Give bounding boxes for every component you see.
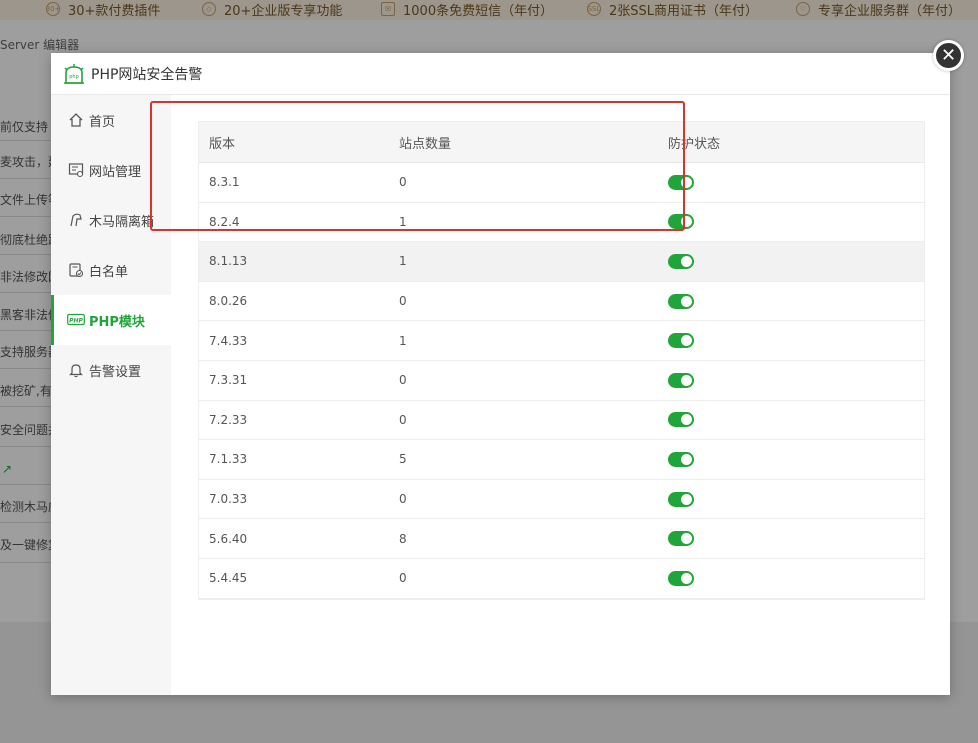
version-cell: 8.1.13 xyxy=(209,254,248,269)
column-header-site-count: 站点数量 xyxy=(399,136,452,152)
site-count-cell: 0 xyxy=(399,373,407,388)
bell-icon xyxy=(67,361,85,379)
site-count-cell: 1 xyxy=(399,254,407,269)
sidebar-item-trojan-quarantine[interactable]: 木马隔离箱 xyxy=(51,195,171,245)
sidebar-item-alert-settings[interactable]: 告警设置 xyxy=(51,345,171,395)
sidebar-item-php-module[interactable]: PHP PHP模块 xyxy=(51,295,171,345)
sidebar-item-label: 白名单 xyxy=(89,264,129,280)
site-count-cell: 1 xyxy=(399,333,407,348)
modal-title: PHP网站安全告警 xyxy=(91,66,203,83)
sidebar-item-label: 告警设置 xyxy=(89,364,142,380)
whitelist-icon xyxy=(67,261,85,279)
site-count-cell: 8 xyxy=(399,531,407,546)
table-row: 5.6.40 8 xyxy=(199,519,924,559)
php-security-logo-icon: php xyxy=(64,63,84,84)
protection-toggle[interactable] xyxy=(668,174,694,190)
version-cell: 8.3.1 xyxy=(209,175,240,190)
version-cell: 8.2.4 xyxy=(209,214,240,229)
protection-toggle[interactable] xyxy=(668,333,694,349)
column-header-version: 版本 xyxy=(209,136,236,152)
protection-toggle[interactable] xyxy=(668,293,694,309)
version-cell: 8.0.26 xyxy=(209,294,248,309)
trojan-quarantine-icon xyxy=(67,211,85,229)
version-cell: 7.1.33 xyxy=(209,452,248,467)
table-row: 8.0.26 0 xyxy=(199,281,924,322)
version-cell: 7.4.33 xyxy=(209,333,248,348)
column-header-protection-status: 防护状态 xyxy=(668,136,721,152)
sidebar-item-site-management[interactable]: 网站管理 xyxy=(51,145,171,195)
table-row: 7.2.33 0 xyxy=(199,400,924,441)
site-count-cell: 0 xyxy=(399,571,407,586)
protection-toggle[interactable] xyxy=(668,491,694,507)
table-row: 7.3.31 0 xyxy=(199,360,924,401)
table-row: 8.3.1 0 xyxy=(199,163,924,203)
site-manage-icon xyxy=(67,161,85,179)
sidebar-item-label: 木马隔离箱 xyxy=(89,214,155,230)
protection-toggle[interactable] xyxy=(668,214,694,230)
sidebar-item-label: 网站管理 xyxy=(89,164,142,180)
version-cell: 7.0.33 xyxy=(209,492,248,507)
table-row: 5.4.45 0 xyxy=(199,558,924,599)
sidebar-item-label: 首页 xyxy=(89,114,116,130)
protection-toggle[interactable] xyxy=(668,531,694,547)
site-count-cell: 0 xyxy=(399,294,407,309)
svg-text:PHP: PHP xyxy=(69,318,83,325)
version-cell: 7.2.33 xyxy=(209,412,248,427)
protection-toggle[interactable] xyxy=(668,372,694,388)
php-module-panel: 版本 站点数量 防护状态 8.3.1 0 8.2.4 1 8.1.13 1 8.… xyxy=(171,95,950,695)
site-count-cell: 0 xyxy=(399,492,407,507)
table-row: 7.1.33 5 xyxy=(199,440,924,480)
sidebar-item-home[interactable]: 首页 xyxy=(51,95,171,145)
protection-toggle[interactable] xyxy=(668,451,694,467)
protection-toggle[interactable] xyxy=(668,412,694,428)
protection-toggle[interactable] xyxy=(668,253,694,269)
version-cell: 5.4.45 xyxy=(209,571,248,586)
site-count-cell: 0 xyxy=(399,175,407,190)
table-row: 8.1.13 1 xyxy=(199,242,924,282)
table-row: 7.0.33 0 xyxy=(199,479,924,520)
home-icon xyxy=(67,111,85,129)
table-header: 版本 站点数量 防护状态 xyxy=(199,122,924,163)
sidebar: 首页 网站管理 木马隔离箱 白名单 PHP PHP模块 告警设置 xyxy=(51,95,171,695)
sidebar-item-label: PHP模块 xyxy=(89,314,145,330)
php-security-alert-dialog: php PHP网站安全告警 首页 网站管理 木马隔离箱 白名单 PHP PHP模… xyxy=(51,53,950,695)
site-count-cell: 5 xyxy=(399,452,407,467)
site-count-cell: 1 xyxy=(399,214,407,229)
svg-text:php: php xyxy=(69,74,79,80)
protection-toggle[interactable] xyxy=(668,570,694,586)
php-version-table: 版本 站点数量 防护状态 8.3.1 0 8.2.4 1 8.1.13 1 8.… xyxy=(198,121,925,600)
sidebar-item-whitelist[interactable]: 白名单 xyxy=(51,245,171,295)
table-row: 8.2.4 1 xyxy=(199,202,924,243)
site-count-cell: 0 xyxy=(399,412,407,427)
close-icon[interactable]: ✕ xyxy=(933,40,964,71)
version-cell: 5.6.40 xyxy=(209,531,248,546)
version-cell: 7.3.31 xyxy=(209,373,248,388)
table-row: 7.4.33 1 xyxy=(199,321,924,361)
php-icon: PHP xyxy=(67,311,85,329)
modal-header: php PHP网站安全告警 xyxy=(51,53,950,95)
